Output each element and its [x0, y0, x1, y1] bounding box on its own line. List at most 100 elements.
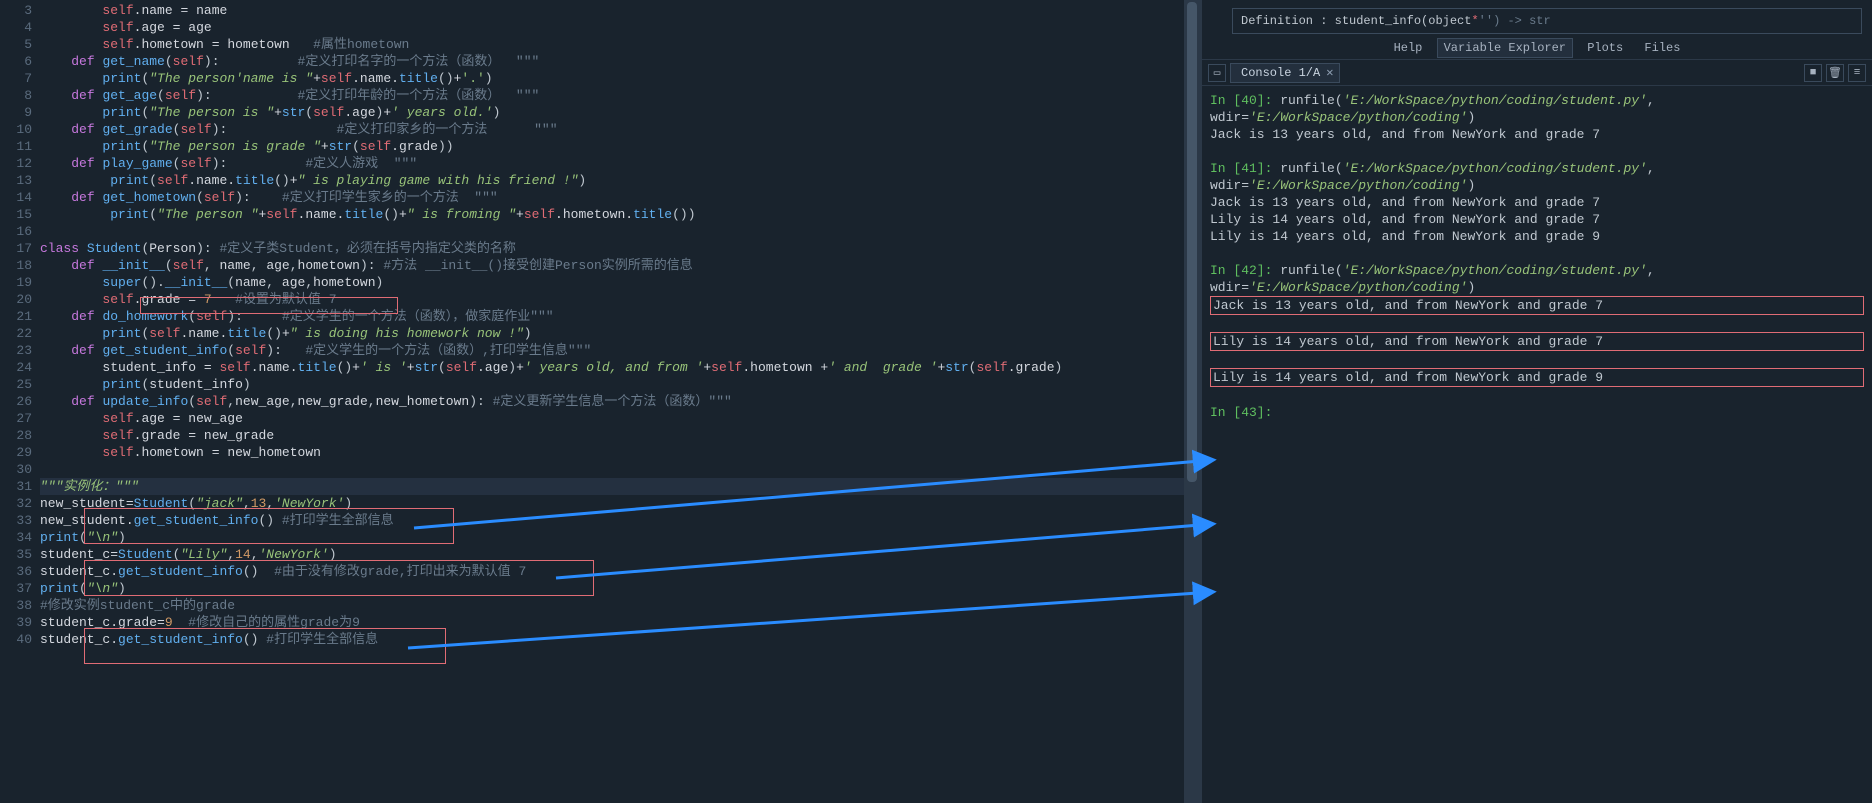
code-line[interactable]: def play_game(self): #定义人游戏 """	[40, 155, 1184, 172]
code-line[interactable]: print("The person is "+str(self.age)+' y…	[40, 104, 1184, 121]
code-line[interactable]	[40, 461, 1184, 478]
pane-tabs: Help Variable Explorer Plots Files	[1202, 38, 1872, 60]
tab-files[interactable]: Files	[1637, 38, 1687, 58]
code-line[interactable]: def get_student_info(self): #定义学生的一个方法（函…	[40, 342, 1184, 359]
code-line[interactable]: self.hometown = new_hometown	[40, 444, 1184, 461]
code-line[interactable]: print("The person "+self.name.title()+" …	[40, 206, 1184, 223]
code-line[interactable]: print(student_info)	[40, 376, 1184, 393]
code-line[interactable]: def get_hometown(self): #定义打印学生家乡的一个方法 "…	[40, 189, 1184, 206]
scrollbar-thumb[interactable]	[1187, 2, 1197, 482]
line-number: 22	[0, 325, 40, 342]
console-cmd-icon[interactable]: ▭	[1208, 64, 1226, 82]
code-line[interactable]: print(self.name.title()+" is doing his h…	[40, 325, 1184, 342]
line-number: 24	[0, 359, 40, 376]
editor-pane: 3456789101112131415161718192021222324252…	[0, 0, 1200, 803]
code-line[interactable]: def do_homework(self): #定义学生的一个方法（函数），做家…	[40, 308, 1184, 325]
console-tab[interactable]: Console 1/A ✕	[1230, 63, 1340, 83]
line-number-gutter: 3456789101112131415161718192021222324252…	[0, 0, 40, 803]
line-number: 5	[0, 36, 40, 53]
line-number: 6	[0, 53, 40, 70]
trash-icon[interactable]: 🗑	[1826, 64, 1844, 82]
close-icon[interactable]: ✕	[1326, 64, 1333, 82]
code-line[interactable]: self.grade = 7 #设置为默认值 7	[40, 291, 1184, 308]
code-line[interactable]: student_c=Student("Lily",14,'NewYork')	[40, 546, 1184, 563]
line-number: 23	[0, 342, 40, 359]
line-number: 38	[0, 597, 40, 614]
code-line[interactable]: def __init__(self, name, age,hometown): …	[40, 257, 1184, 274]
code-line[interactable]: print("The person'name is "+self.name.ti…	[40, 70, 1184, 87]
code-line[interactable]: self.age = age	[40, 19, 1184, 36]
console-tab-label: Console 1/A	[1241, 64, 1320, 82]
stop-icon[interactable]: ■	[1804, 64, 1822, 82]
code-line[interactable]: print("\n")	[40, 580, 1184, 597]
line-number: 16	[0, 223, 40, 240]
line-number: 32	[0, 495, 40, 512]
line-number: 11	[0, 138, 40, 155]
code-line[interactable]: #修改实例student_c中的grade	[40, 597, 1184, 614]
code-line[interactable]: def get_name(self): #定义打印名字的一个方法（函数） """	[40, 53, 1184, 70]
code-line[interactable]: self.age = new_age	[40, 410, 1184, 427]
code-line[interactable]: self.name = name	[40, 2, 1184, 19]
menu-icon[interactable]: ≡	[1848, 64, 1866, 82]
code-line[interactable]: class Student(Person): #定义子类Student，必须在括…	[40, 240, 1184, 257]
line-number: 10	[0, 121, 40, 138]
line-number: 30	[0, 461, 40, 478]
code-line[interactable]: student_info = self.name.title()+' is '+…	[40, 359, 1184, 376]
line-number: 34	[0, 529, 40, 546]
code-line[interactable]: """实例化："""	[40, 478, 1184, 495]
console-line: Jack is 13 years old, and from NewYork a…	[1210, 194, 1864, 211]
line-number: 14	[0, 189, 40, 206]
code-line[interactable]: print(self.name.title()+" is playing gam…	[40, 172, 1184, 189]
line-number: 26	[0, 393, 40, 410]
code-line[interactable]: student_c.get_student_info() #打印学生全部信息	[40, 631, 1184, 648]
code-line[interactable]: self.grade = new_grade	[40, 427, 1184, 444]
line-number: 25	[0, 376, 40, 393]
line-number: 7	[0, 70, 40, 87]
definition-bar: Definition : student_info(object*'') -> …	[1232, 8, 1862, 34]
code-line[interactable]: def get_age(self): #定义打印年龄的一个方法（函数） """	[40, 87, 1184, 104]
console-line	[1210, 315, 1864, 332]
tab-help[interactable]: Help	[1387, 38, 1430, 58]
console-line: Lily is 14 years old, and from NewYork a…	[1210, 332, 1864, 351]
code-line[interactable]: def update_info(self,new_age,new_grade,n…	[40, 393, 1184, 410]
console-line: In [41]: runfile('E:/WorkSpace/python/co…	[1210, 160, 1864, 194]
console-output[interactable]: In [40]: runfile('E:/WorkSpace/python/co…	[1202, 86, 1872, 803]
line-number: 35	[0, 546, 40, 563]
console-line: Jack is 13 years old, and from NewYork a…	[1210, 296, 1864, 315]
console-line	[1210, 245, 1864, 262]
code-line[interactable]: self.hometown = hometown #属性hometown	[40, 36, 1184, 53]
code-line[interactable]	[40, 223, 1184, 240]
code-line[interactable]: new_student.get_student_info() #打印学生全部信息	[40, 512, 1184, 529]
console-line	[1210, 387, 1864, 404]
console-line: In [40]: runfile('E:/WorkSpace/python/co…	[1210, 92, 1864, 126]
line-number: 31	[0, 478, 40, 495]
code-line[interactable]: new_student=Student("jack",13,'NewYork')	[40, 495, 1184, 512]
line-number: 36	[0, 563, 40, 580]
line-number: 18	[0, 257, 40, 274]
line-number: 28	[0, 427, 40, 444]
line-number: 15	[0, 206, 40, 223]
line-number: 17	[0, 240, 40, 257]
code-line[interactable]: super().__init__(name, age,hometown)	[40, 274, 1184, 291]
code-line[interactable]: student_c.grade=9 #修改自己的的属性grade为9	[40, 614, 1184, 631]
line-number: 12	[0, 155, 40, 172]
tab-plots[interactable]: Plots	[1580, 38, 1630, 58]
line-number: 33	[0, 512, 40, 529]
code-area[interactable]: self.name = name self.age = age self.hom…	[40, 0, 1184, 803]
vertical-scrollbar[interactable]	[1184, 0, 1200, 803]
line-number: 40	[0, 631, 40, 648]
line-number: 27	[0, 410, 40, 427]
code-line[interactable]: print("The person is grade "+str(self.gr…	[40, 138, 1184, 155]
console-tabbar: ▭ Console 1/A ✕ ■ 🗑 ≡	[1202, 60, 1872, 86]
tab-variable-explorer[interactable]: Variable Explorer	[1437, 38, 1573, 58]
line-number: 20	[0, 291, 40, 308]
console-line: In [43]:	[1210, 404, 1864, 421]
line-number: 13	[0, 172, 40, 189]
console-line	[1210, 351, 1864, 368]
console-line: Lily is 14 years old, and from NewYork a…	[1210, 228, 1864, 245]
console-line: In [42]: runfile('E:/WorkSpace/python/co…	[1210, 262, 1864, 296]
code-line[interactable]: print("\n")	[40, 529, 1184, 546]
console-line: Lily is 14 years old, and from NewYork a…	[1210, 211, 1864, 228]
code-line[interactable]: def get_grade(self): #定义打印家乡的一个方法 """	[40, 121, 1184, 138]
code-line[interactable]: student_c.get_student_info() #由于没有修改grad…	[40, 563, 1184, 580]
